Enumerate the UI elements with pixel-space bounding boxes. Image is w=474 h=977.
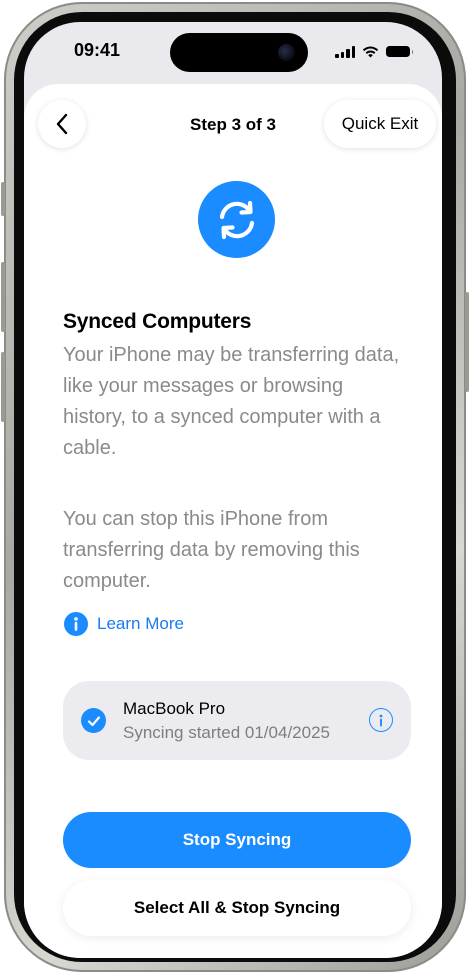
quick-exit-button[interactable]: Quick Exit [324,100,436,148]
device-name: MacBook Pro [123,699,226,718]
wifi-icon [362,46,379,58]
select-all-stop-syncing-button[interactable]: Select All & Stop Syncing [63,880,411,936]
learn-more-link[interactable]: Learn More [64,612,184,636]
action-button [1,182,5,216]
learn-more-label: Learn More [97,614,184,633]
info-icon [64,612,88,636]
device-row[interactable]: MacBook Pro Syncing started 01/04/2025 [63,681,411,760]
status-icons [335,42,413,58]
status-bar: 09:41 [24,22,442,78]
description-paragraph-2: You can stop this iPhone from transferri… [63,508,360,592]
status-time: 09:41 [74,40,121,60]
sync-arrows-icon [198,181,275,258]
battery-icon [386,46,413,57]
cellular-signal-icon [335,45,355,58]
front-camera-icon [278,44,295,61]
page-title: Synced Computers [63,310,252,333]
checkmark-icon[interactable] [81,708,106,733]
info-circle-icon[interactable] [369,708,393,732]
sheet: Step 3 of 3 Quick Exit Synced Computers … [24,84,442,958]
phone-screen: 09:41 Step 3 of 3 Quick Exit Synced Comp… [24,22,442,958]
dynamic-island [170,33,308,72]
description-paragraph-1: Your iPhone may be transferring data, li… [63,344,400,459]
stop-syncing-button[interactable]: Stop Syncing [63,812,411,868]
device-sync-status: Syncing started 01/04/2025 [123,723,330,742]
volume-up-button [1,262,5,332]
volume-down-button [1,352,5,422]
power-button [465,292,469,392]
